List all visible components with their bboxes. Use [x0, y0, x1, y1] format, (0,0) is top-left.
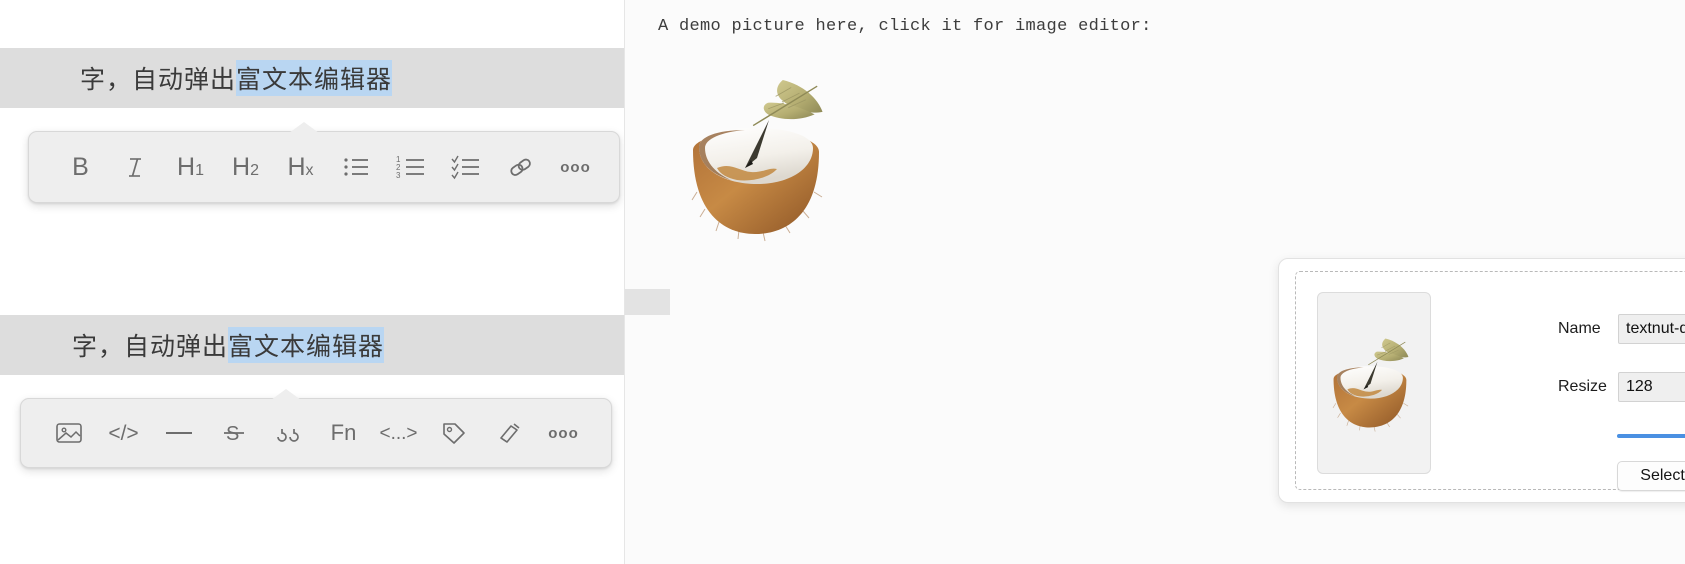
preview-pane: A demo picture here, click it for image …: [625, 0, 1685, 564]
left-document-pane: 字，自动弹出 富文本编辑器 B H1 H2 Hx 1 2 3 ooo 字，自动弹…: [0, 0, 625, 564]
strikethrough-button[interactable]: S: [210, 411, 257, 455]
more-options-button-top[interactable]: ooo: [552, 145, 599, 189]
highlighter-button[interactable]: [485, 411, 532, 455]
select-image-from-disk-button[interactable]: Select Image from Disk: [1617, 461, 1685, 491]
document-line-1-plain: 字，自动弹出: [80, 65, 237, 94]
horizontal-rule-icon: [165, 432, 192, 434]
image-editor-left-section: Name textnut-demo.png Resize 128: [1295, 271, 1685, 491]
document-line-2-plain: 字，自动弹出: [72, 332, 229, 361]
coconut-with-quill-thumbnail-icon: [1332, 338, 1409, 432]
function-icon: Fn: [330, 420, 357, 445]
inline-code-icon: <...>: [379, 422, 418, 444]
tag-icon: [442, 423, 465, 444]
image-thumbnail[interactable]: [1317, 292, 1431, 474]
name-field-row: Name textnut-demo.png: [1558, 314, 1685, 344]
preview-image[interactable]: [673, 72, 853, 242]
preview-note: A demo picture here, click it for image …: [658, 17, 1152, 36]
name-label: Name: [1558, 320, 1601, 337]
svg-text:3: 3: [396, 171, 401, 180]
line-indent-2: [0, 345, 72, 346]
document-line-2[interactable]: 字，自动弹出 富文本编辑器: [0, 315, 625, 375]
resize-field-row: Resize 128 128: [1558, 372, 1685, 402]
heading-1-icon: H1: [177, 152, 204, 181]
code-button[interactable]: </>: [100, 411, 147, 455]
more-options-icon: ooo: [560, 158, 591, 176]
numbered-list-button[interactable]: 1 2 3: [387, 145, 434, 189]
link-button[interactable]: [497, 145, 544, 189]
function-button[interactable]: Fn: [320, 411, 367, 455]
app-window: 字，自动弹出 富文本编辑器 B H1 H2 Hx 1 2 3 ooo 字，自动弹…: [0, 0, 1685, 564]
document-line-2-selection[interactable]: 富文本编辑器: [228, 327, 385, 363]
insert-image-icon: [55, 423, 82, 443]
more-options-icon: ooo: [548, 424, 579, 442]
quote-icon: [276, 429, 299, 442]
format-toolbar[interactable]: B H1 H2 Hx 1 2 3 ooo: [28, 131, 620, 203]
resize-slider[interactable]: [1617, 427, 1685, 445]
slider-track: [1617, 434, 1685, 438]
italic-button[interactable]: [112, 145, 159, 189]
inline-code-button[interactable]: <...>: [375, 411, 422, 455]
insert-image-button[interactable]: [45, 411, 92, 455]
more-options-button-bottom[interactable]: ooo: [540, 411, 587, 455]
strikethrough-icon: S: [223, 423, 244, 445]
highlighter-icon: [499, 423, 519, 443]
insert-toolbar[interactable]: </> S Fn <...> ooo: [20, 398, 612, 468]
resize-width-input[interactable]: 128: [1618, 372, 1685, 402]
tag-button[interactable]: [430, 411, 477, 455]
numbered-list-icon: 1 2 3: [396, 155, 424, 180]
bold-icon: B: [72, 152, 89, 181]
bullet-list-icon: [343, 158, 368, 176]
background-band-left: [625, 289, 670, 315]
italic-icon: [128, 158, 141, 177]
link-icon: [509, 158, 531, 176]
heading-1-button[interactable]: H1: [167, 145, 214, 189]
document-line-1-selection[interactable]: 富文本编辑器: [236, 60, 393, 96]
bullet-list-button[interactable]: [332, 145, 379, 189]
line-indent: [0, 78, 80, 79]
coconut-with-quill-icon: [691, 79, 823, 242]
resize-label: Resize: [1558, 378, 1607, 395]
quote-button[interactable]: [265, 411, 312, 455]
heading-x-button[interactable]: Hx: [277, 145, 324, 189]
doc-whitespace-top: [0, 0, 625, 48]
svg-text:S: S: [226, 423, 239, 445]
heading-2-icon: H2: [232, 152, 259, 181]
horizontal-rule-button[interactable]: [155, 411, 202, 455]
name-input[interactable]: textnut-demo.png: [1618, 314, 1685, 344]
heading-x-icon: Hx: [287, 152, 314, 181]
bold-button[interactable]: B: [57, 145, 104, 189]
checklist-icon: [450, 155, 479, 180]
document-line-1[interactable]: 字，自动弹出 富文本编辑器: [0, 48, 625, 108]
checklist-button[interactable]: [442, 145, 489, 189]
code-icon: </>: [108, 421, 139, 445]
image-editor-panel[interactable]: Name textnut-demo.png Resize 128: [1278, 258, 1685, 503]
heading-2-button[interactable]: H2: [222, 145, 269, 189]
